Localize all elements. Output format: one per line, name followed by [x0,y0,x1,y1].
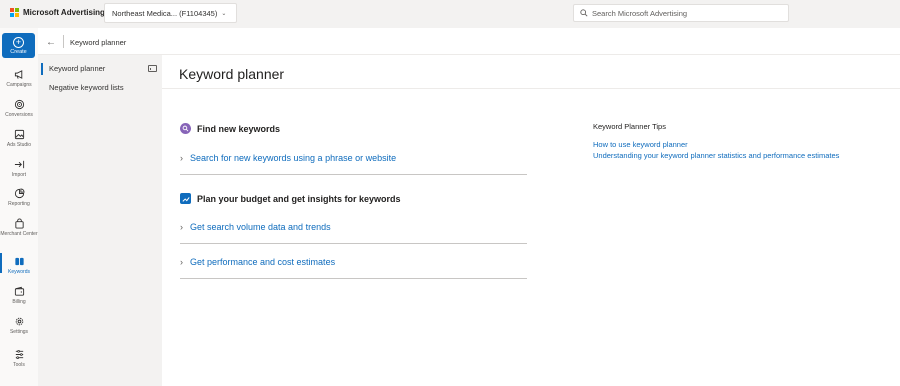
tip-link-how-to-use[interactable]: How to use keyword planner [593,140,839,151]
main-content: Keyword planner Find new keywords › Sear… [162,55,900,386]
tips-panel: Keyword Planner Tips How to use keyword … [593,122,839,161]
nav-item-conversions[interactable]: Conversions [0,99,38,118]
side-panel: Keyword planner Negative keyword lists [38,55,162,386]
top-bar: Microsoft Advertising Northeast Medica..… [0,0,900,28]
nav-label: Keywords [8,269,30,275]
side-item-keyword-planner[interactable]: Keyword planner [49,64,105,73]
section-heading-find-keywords: Find new keywords [180,123,280,134]
search-input[interactable] [592,8,782,18]
link-performance-estimates[interactable]: › Get performance and cost estimates [180,257,527,279]
chart-icon [14,188,25,199]
chevron-right-icon: › [180,153,183,163]
tools-icon [15,350,23,359]
section-heading-text: Plan your budget and get insights for ke… [197,193,401,204]
nav-item-reporting[interactable]: Reporting [0,188,38,207]
nav-label: Merchant Center [0,231,38,237]
section-heading-plan-budget: Plan your budget and get insights for ke… [180,193,401,204]
target-icon [14,99,24,110]
link-search-new-keywords[interactable]: › Search for new keywords using a phrase… [180,153,527,175]
chevron-down-icon: ⌄ [221,10,227,17]
link-text[interactable]: Get performance and cost estimates [190,257,335,267]
shopping-bag-icon [14,218,24,229]
plus-icon: + [13,36,24,48]
link-search-volume[interactable]: › Get search volume data and trends [180,222,527,244]
nav-label: Conversions [5,112,33,118]
nav-item-settings[interactable]: Settings [0,316,38,335]
nav-label: Campaigns [6,82,32,88]
nav-label: Settings [9,329,29,335]
nav-label: Billing [12,299,26,305]
nav-item-billing[interactable]: Billing [0,286,38,305]
search-icon [180,123,191,134]
chevron-right-icon: › [180,257,183,267]
page-title: Keyword planner [179,66,285,82]
microsoft-logo-icon [10,8,19,17]
active-indicator [41,63,43,75]
nav-label: Ads Studio [6,142,32,148]
nav-label: Reporting [8,201,30,207]
divider [162,88,900,89]
nav-item-tools[interactable]: Tools [0,349,38,368]
link-text[interactable]: Search for new keywords using a phrase o… [190,153,396,163]
megaphone-icon [14,70,22,79]
nav-item-import[interactable]: Import [0,159,38,178]
wallet-icon [14,286,24,296]
search-icon [580,9,588,17]
left-nav: + Create Campaigns Conversions Ads Studi… [0,28,38,386]
tip-link-understanding-statistics[interactable]: Understanding your keyword planner stati… [593,151,839,162]
breadcrumb-title: Keyword planner [70,38,127,47]
gear-icon [15,317,23,326]
link-text[interactable]: Get search volume data and trends [190,222,331,232]
brand-name: Microsoft Advertising [23,8,105,17]
account-selector[interactable]: Northeast Medica... (F1104345) ⌄ [104,3,237,23]
nav-item-keywords[interactable]: Keywords [0,256,38,275]
brand-logo[interactable]: Microsoft Advertising [10,8,105,17]
section-heading-text: Find new keywords [197,123,281,134]
nav-item-ads-studio[interactable]: Ads Studio [0,129,38,148]
nav-item-merchant-center[interactable]: Merchant Center [0,218,38,237]
chevron-right-icon: › [180,222,183,232]
back-arrow-icon[interactable]: ← [46,37,56,48]
import-icon [14,160,24,169]
divider [63,35,64,48]
nav-item-campaigns[interactable]: Campaigns [0,69,38,88]
keywords-icon [14,257,24,266]
side-item-negative-keyword-lists[interactable]: Negative keyword lists [49,83,124,92]
chart-icon [180,193,191,204]
create-button[interactable]: + Create [2,33,35,58]
image-icon [14,129,24,140]
collapse-panel-icon[interactable] [148,65,157,72]
create-label: Create [10,48,27,55]
nav-label: Tools [13,362,25,368]
global-search[interactable] [573,4,789,22]
tips-title: Keyword Planner Tips [593,122,666,131]
sub-header: ← Keyword planner [38,28,900,55]
account-label: Northeast Medica... (F1104345) [112,8,218,18]
nav-label: Import [11,172,27,178]
